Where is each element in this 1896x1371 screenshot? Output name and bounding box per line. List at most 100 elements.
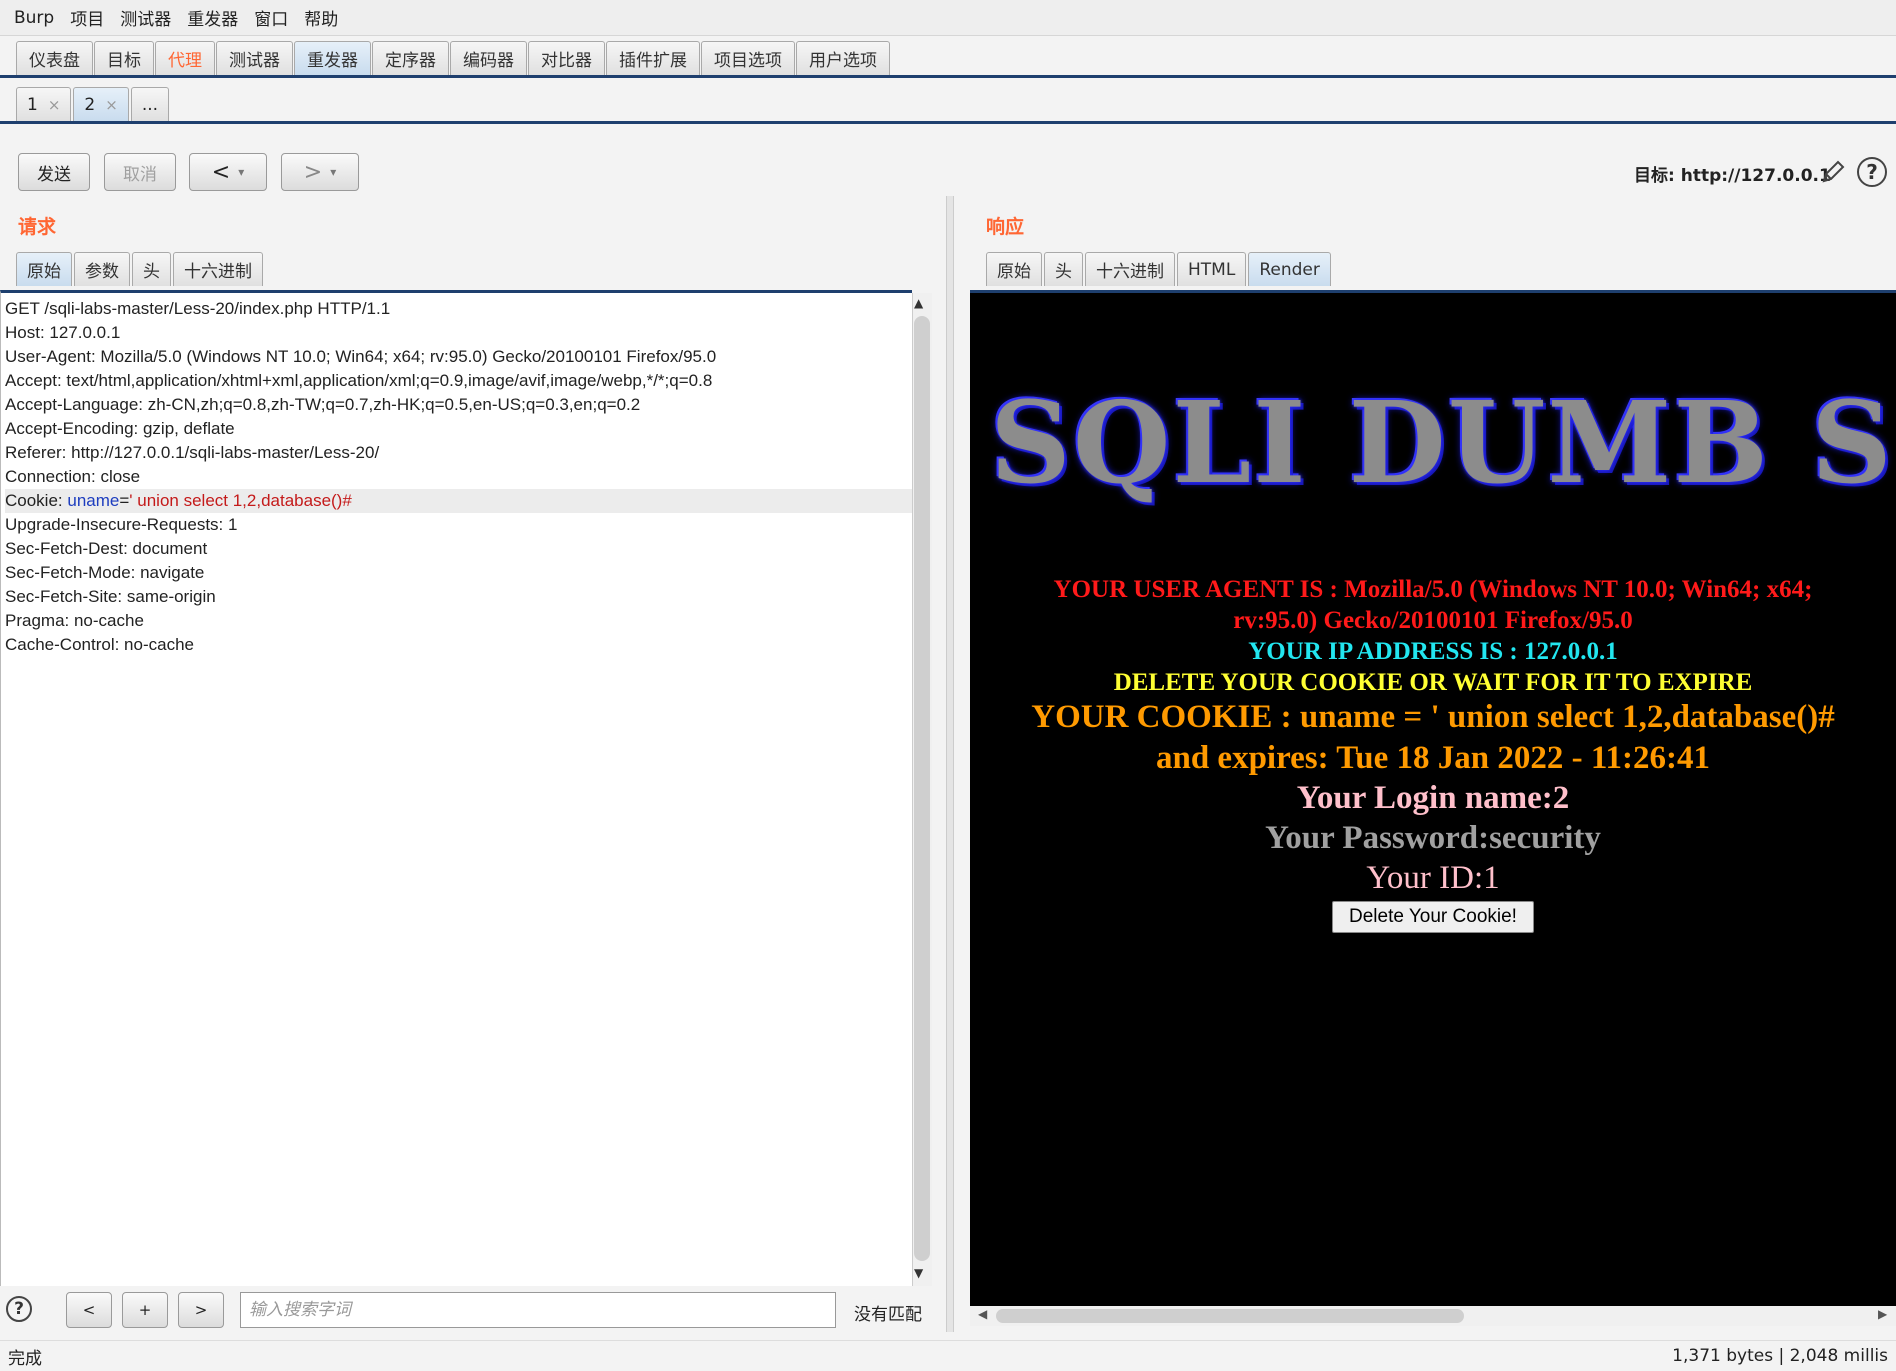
request-line: Sec-Fetch-Site: same-origin bbox=[5, 587, 216, 606]
scroll-left-arrow-icon[interactable]: ◀ bbox=[978, 1307, 987, 1321]
close-icon[interactable]: × bbox=[105, 96, 118, 114]
menu-intruder[interactable]: 测试器 bbox=[120, 5, 171, 30]
request-tab-hex[interactable]: 十六进制 bbox=[173, 252, 263, 286]
response-title: 响应 bbox=[986, 216, 1025, 238]
request-line: Cache-Control: no-cache bbox=[5, 635, 194, 654]
request-title: 请求 bbox=[18, 216, 57, 238]
cancel-button[interactable]: 取消 bbox=[104, 153, 176, 191]
request-line: Connection: close bbox=[5, 467, 141, 486]
id-line: Your ID:1 bbox=[1366, 860, 1500, 896]
send-button[interactable]: 发送 bbox=[18, 153, 90, 191]
request-line: Pragma: no-cache bbox=[5, 611, 144, 630]
back-button[interactable]: < ▾ bbox=[189, 153, 267, 191]
request-line: Accept-Encoding: gzip, deflate bbox=[5, 419, 235, 438]
tab-sequencer[interactable]: 定序器 bbox=[372, 41, 449, 75]
search-input[interactable] bbox=[240, 1292, 836, 1328]
request-body[interactable]: GET /sqli-labs-master/Less-20/index.php … bbox=[1, 293, 912, 657]
tab-decoder[interactable]: 编码器 bbox=[450, 41, 527, 75]
tab-target[interactable]: 目标 bbox=[94, 41, 154, 75]
cookie-eq: = bbox=[119, 491, 130, 510]
request-line: Referer: http://127.0.0.1/sqli-labs-mast… bbox=[5, 443, 380, 462]
tab-intruder[interactable]: 测试器 bbox=[216, 41, 293, 75]
back-arrow-icon: < bbox=[211, 159, 231, 185]
cookie-value: ' union select 1,2,database()# bbox=[129, 491, 352, 510]
target-label: 目标: http://127.0.0.1 bbox=[1634, 161, 1831, 186]
delete-cookie-button[interactable]: Delete Your Cookie! bbox=[1332, 901, 1534, 933]
chevron-down-icon[interactable]: ▾ bbox=[330, 165, 336, 179]
forward-button[interactable]: > ▾ bbox=[281, 153, 359, 191]
help-icon[interactable]: ? bbox=[1857, 157, 1887, 187]
tab-proxy[interactable]: 代理 bbox=[155, 41, 215, 75]
login-name-line: Your Login name:2 bbox=[1296, 780, 1570, 816]
menu-repeater[interactable]: 重发器 bbox=[187, 5, 238, 30]
search-match-count: 没有匹配 bbox=[854, 1305, 922, 1325]
scroll-up-arrow-icon[interactable]: ▲ bbox=[914, 296, 923, 310]
response-scroll-thumb[interactable] bbox=[996, 1309, 1464, 1323]
repeater-tab-label: 1 bbox=[27, 94, 38, 115]
ip-address-line: YOUR IP ADDRESS IS : 127.0.0.1 bbox=[1248, 638, 1618, 665]
cookie-line: Cookie: uname=' union select 1,2,databas… bbox=[5, 489, 912, 513]
request-tab-params[interactable]: 参数 bbox=[74, 252, 130, 286]
menu-project[interactable]: 项目 bbox=[70, 5, 104, 30]
expires-line: and expires: Tue 18 Jan 2022 - 11:26:41 bbox=[1155, 740, 1711, 776]
search-help-icon[interactable]: ? bbox=[6, 1296, 32, 1322]
menu-window[interactable]: 窗口 bbox=[254, 5, 288, 30]
repeater-tab-label: 2 bbox=[84, 94, 96, 115]
response-tab-render[interactable]: Render bbox=[1248, 252, 1331, 286]
search-prev-button[interactable]: < bbox=[66, 1292, 112, 1328]
scroll-right-arrow-icon[interactable]: ▶ bbox=[1878, 1307, 1887, 1321]
response-view-tabs: 原始 头 十六进制 HTML Render bbox=[986, 252, 1333, 286]
request-line: Host: 127.0.0.1 bbox=[5, 323, 121, 342]
request-line: GET /sqli-labs-master/Less-20/index.php … bbox=[5, 299, 391, 318]
repeater-tab-bar: 1 × 2 × ... bbox=[0, 86, 1896, 124]
split-pane-divider[interactable] bbox=[946, 196, 954, 1332]
menu-burp[interactable]: Burp bbox=[14, 8, 54, 28]
request-tab-headers[interactable]: 头 bbox=[132, 252, 171, 286]
request-line: Accept-Language: zh-CN,zh;q=0.8,zh-TW;q=… bbox=[5, 395, 641, 414]
response-tab-hex[interactable]: 十六进制 bbox=[1085, 252, 1175, 286]
user-agent-line-2: rv:95.0) Gecko/20100101 Firefox/95.0 bbox=[1233, 607, 1633, 634]
edit-target-icon[interactable] bbox=[1818, 157, 1848, 192]
tab-repeater[interactable]: 重发器 bbox=[294, 41, 371, 75]
cookie-prefix: Cookie: bbox=[5, 491, 68, 510]
request-line: Accept: text/html,application/xhtml+xml,… bbox=[5, 371, 713, 390]
tab-extender[interactable]: 插件扩展 bbox=[606, 41, 700, 75]
tab-dashboard[interactable]: 仪表盘 bbox=[16, 41, 93, 75]
repeater-tab-1[interactable]: 1 × bbox=[16, 87, 72, 121]
forward-arrow-icon: > bbox=[303, 159, 323, 185]
delete-cookie-notice: DELETE YOUR COOKIE OR WAIT FOR IT TO EXP… bbox=[1113, 669, 1753, 696]
menu-help[interactable]: 帮助 bbox=[304, 5, 338, 30]
status-right: 1,371 bytes | 2,048 millis bbox=[1672, 1346, 1888, 1366]
cookie-line: YOUR COOKIE : uname = ' union select 1,2… bbox=[1031, 699, 1835, 735]
repeater-tab-2[interactable]: 2 × bbox=[73, 87, 129, 121]
scroll-down-arrow-icon[interactable]: ▼ bbox=[914, 1266, 923, 1280]
close-icon[interactable]: × bbox=[48, 96, 61, 114]
tab-comparer[interactable]: 对比器 bbox=[528, 41, 605, 75]
response-render-view[interactable]: SQLI DUMB S YOUR USER AGENT IS : Mozilla… bbox=[970, 290, 1896, 1306]
user-agent-line-1: YOUR USER AGENT IS : Mozilla/5.0 (Window… bbox=[1053, 576, 1813, 603]
response-tab-raw[interactable]: 原始 bbox=[986, 252, 1042, 286]
chevron-down-icon[interactable]: ▾ bbox=[238, 165, 244, 179]
request-tab-raw[interactable]: 原始 bbox=[16, 252, 72, 286]
request-scroll-thumb[interactable] bbox=[914, 316, 930, 1261]
request-editor[interactable]: GET /sqli-labs-master/Less-20/index.php … bbox=[0, 290, 912, 1286]
password-line: Your Password:security bbox=[1265, 820, 1601, 856]
sqli-dumb-logo: SQLI DUMB S bbox=[990, 378, 1894, 509]
response-tab-headers[interactable]: 头 bbox=[1044, 252, 1083, 286]
request-line: Sec-Fetch-Dest: document bbox=[5, 539, 208, 558]
search-add-button[interactable]: + bbox=[122, 1292, 168, 1328]
tab-user-options[interactable]: 用户选项 bbox=[796, 41, 890, 75]
repeater-tab-new[interactable]: ... bbox=[130, 87, 170, 121]
main-tab-bar: 仪表盘 目标 代理 测试器 重发器 定序器 编码器 对比器 插件扩展 项目选项 … bbox=[0, 38, 1896, 78]
cookie-name: uname bbox=[67, 491, 120, 510]
request-line: Upgrade-Insecure-Requests: 1 bbox=[5, 515, 238, 534]
request-line: Sec-Fetch-Mode: navigate bbox=[5, 563, 205, 582]
status-bar: 完成 1,371 bytes | 2,048 millis bbox=[0, 1340, 1896, 1371]
menu-bar: Burp 项目 测试器 重发器 窗口 帮助 bbox=[0, 0, 1896, 36]
tab-project-options[interactable]: 项目选项 bbox=[701, 41, 795, 75]
status-left: 完成 bbox=[8, 1348, 42, 1369]
target-url: http://127.0.0.1 bbox=[1680, 166, 1831, 186]
response-tab-html[interactable]: HTML bbox=[1177, 252, 1247, 286]
search-next-button[interactable]: > bbox=[178, 1292, 224, 1328]
request-view-tabs: 原始 参数 头 十六进制 bbox=[16, 252, 265, 286]
